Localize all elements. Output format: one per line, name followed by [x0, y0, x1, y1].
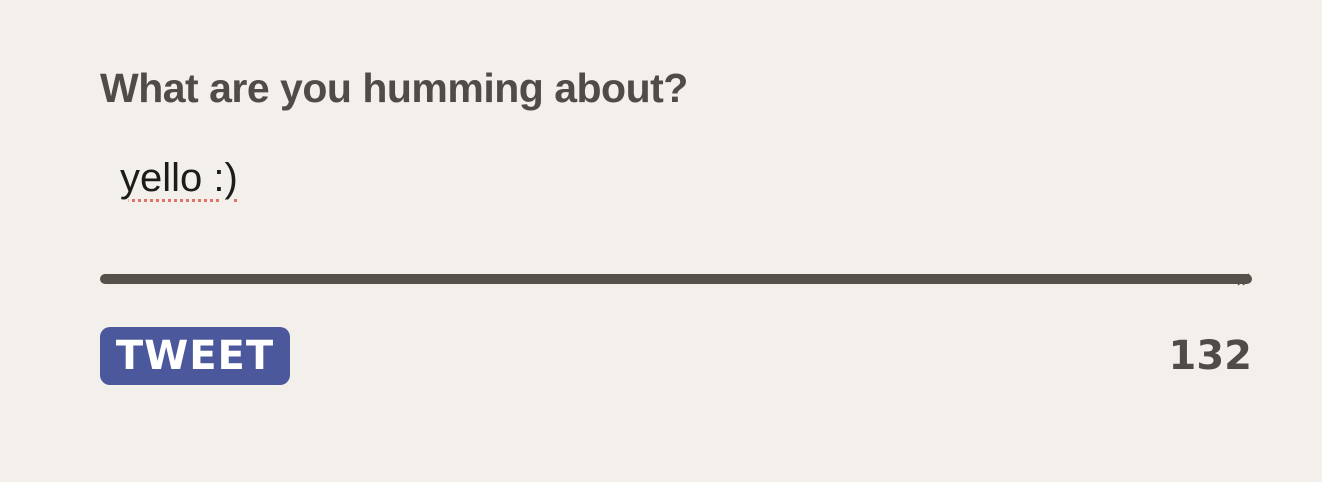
tweet-composer: What are you humming about? TWEET 132: [100, 62, 1252, 385]
tweet-button[interactable]: TWEET: [100, 327, 290, 385]
tweet-field-container: [100, 150, 1252, 348]
tweet-textarea[interactable]: [100, 150, 1252, 336]
compose-prompt: What are you humming about?: [100, 65, 688, 111]
composer-actions: TWEET 132: [100, 327, 1252, 385]
character-counter: 132: [1168, 333, 1253, 379]
field-underline: [100, 274, 1252, 284]
